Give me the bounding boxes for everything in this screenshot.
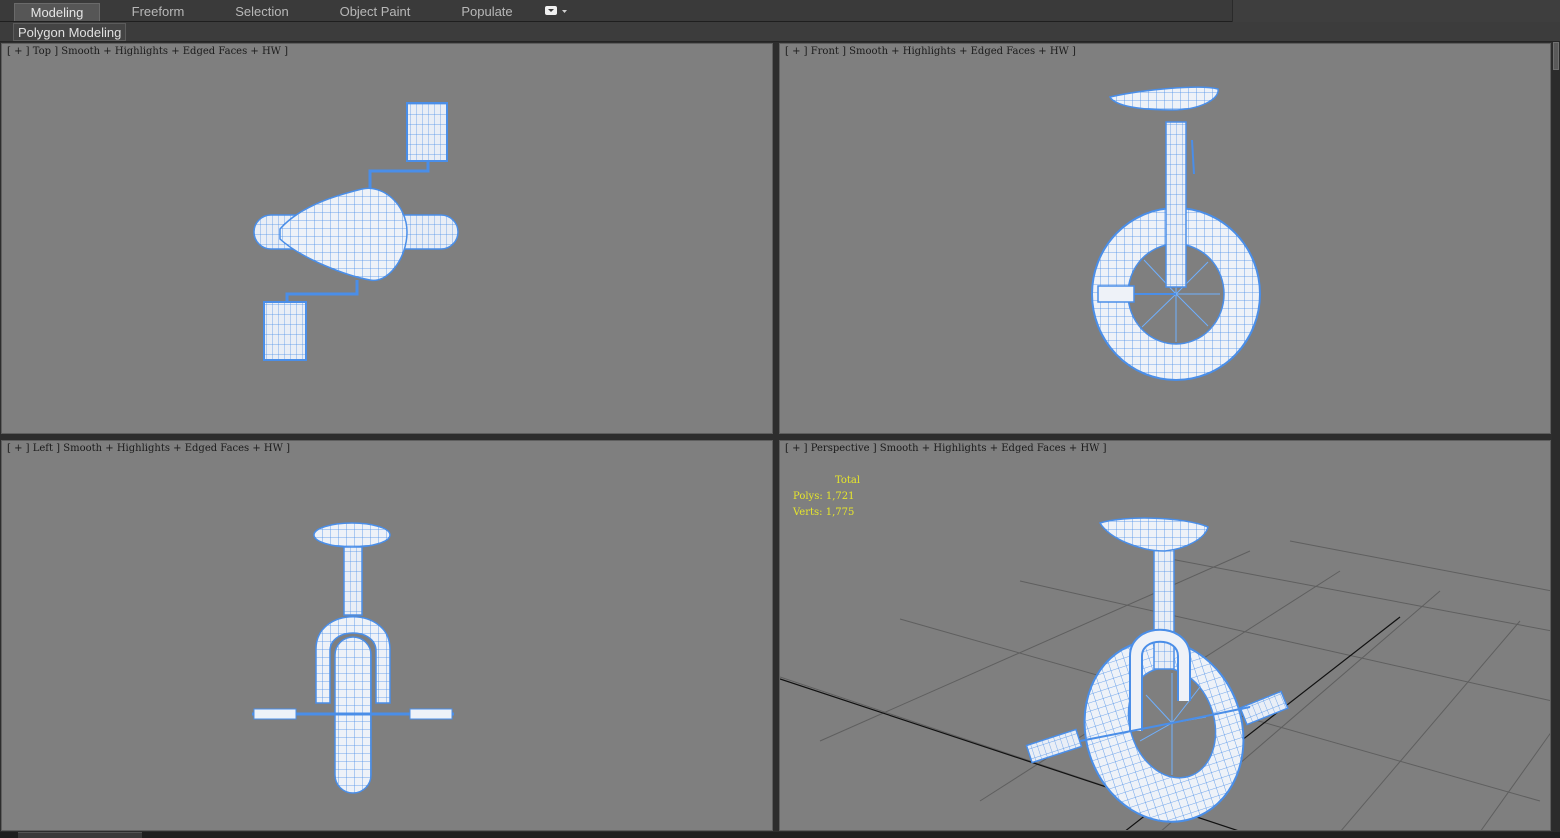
perspective-view-unicycle-model — [780, 517, 1550, 830]
ribbon-panel-bar: Polygon Modeling — [0, 22, 1560, 42]
viewport-left[interactable]: [ + ] Left ] Smooth + Highlights + Edged… — [1, 440, 773, 831]
panel-scroll-thumb[interactable] — [1553, 42, 1559, 70]
tab-selection[interactable]: Selection — [222, 3, 302, 21]
left-view-unicycle-model — [252, 522, 454, 794]
viewport-front[interactable]: [ + ] Front ] Smooth + Highlights + Edge… — [779, 43, 1551, 434]
viewport-top[interactable]: [ + ] Top ] Smooth + Highlights + Edged … — [1, 43, 773, 434]
bottom-status-strip — [0, 832, 1560, 838]
tab-populate[interactable]: Populate — [450, 3, 524, 21]
polygon-modeling-button[interactable]: Polygon Modeling — [13, 23, 127, 41]
viewport-perspective[interactable]: [ + ] Perspective ] Smooth + Highlights … — [779, 440, 1551, 831]
panel-dropdown-icon[interactable] — [544, 5, 570, 17]
command-panel-edge — [1552, 42, 1560, 834]
tab-modeling[interactable]: Modeling — [14, 3, 100, 21]
tab-freeform[interactable]: Freeform — [116, 3, 200, 21]
ribbon-empty-area — [1232, 0, 1560, 22]
front-view-unicycle-model — [1091, 86, 1261, 381]
top-view-unicycle-model — [253, 102, 459, 361]
bottom-status-field[interactable] — [18, 832, 142, 838]
ribbon-tab-bar: Modeling Freeform Selection Object Paint… — [0, 0, 1560, 22]
tab-object-paint[interactable]: Object Paint — [330, 3, 420, 21]
